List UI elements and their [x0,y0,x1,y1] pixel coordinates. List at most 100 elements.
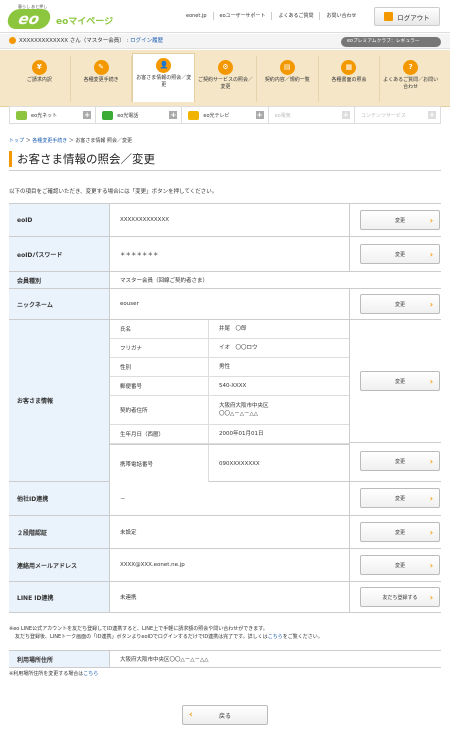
service-bar: eo光ネット + eo光電話 + eo光テレビ + eo電気 + コンテンツサービス + [9,106,441,124]
breadcrumb-home[interactable]: トップ [9,138,24,144]
main-menu: ¥ ご請求内訳 ✎ 各種変更手続き 👤 お客さま情報の照会／変更 ⚙ ご契約サービスの照… [9,53,441,102]
service-label: コンテンツサービス [360,112,406,119]
plus-icon: + [169,111,178,119]
change-phone-button[interactable]: 変更 › [360,451,440,471]
menu-contracts[interactable]: ▤ 契約内容／規約一覧 [257,56,319,102]
menu-procedures[interactable]: ✎ 各種変更手続き [71,56,133,102]
breadcrumb: トップ ＞ 各種変更手続き ＞ お客さま情報 照会／変更 [9,138,132,144]
usage-address-row: 利用場所住所 大阪府大阪市中央区〇〇△－△－△△ [9,650,441,668]
tv-icon [188,110,200,120]
premium-club-badge[interactable]: eoプレミアムクラブ：レギュラー [341,37,441,47]
menu-documents[interactable]: ▦ 各種書面の照会 [319,56,381,102]
row-customer-info: お客さま情報 氏名 井尾 〇郎 フリガナ イオ 〇〇ロウ 性別 男性 郵便番号 540-… [9,320,441,482]
chevron-left-icon: ‹ [189,710,193,720]
site-header: 暮らし あと押し eo eoマイページ eonet.jp eoユーザーサポート … [0,0,450,33]
menu-label: よくあるご質問／お問い合わせ [383,77,439,90]
service-eo-tv[interactable]: eo光テレビ + [182,107,269,123]
service-label: eo光テレビ [203,112,230,119]
menu-customer-info[interactable]: 👤 お客さま情報の照会／変更 [132,53,196,102]
question-icon: ? [403,60,419,75]
usage-address-change-link[interactable]: こちら [83,671,98,677]
row-line-id: LINE ID連携 未連携 友だち登録する › [9,582,441,613]
change-eoid-button[interactable]: 変更 › [360,210,440,230]
menu-services[interactable]: ⚙ ご契約サービスの照会／変更 [195,56,257,102]
menu-faq[interactable]: ? よくあるご質問／お問い合わせ [380,56,441,102]
customer-info-table: eoID XXXXXXXXXXXXX 変更 › eoIDパスワード ＊＊＊＊＊＊＊… [9,203,441,613]
link-contact[interactable]: お問い合わせ [319,12,362,20]
plus-icon: + [341,111,350,119]
service-label: eo電気 [274,112,291,119]
chevron-right-icon: › [429,528,433,537]
change-two-factor-button[interactable]: 変更 › [360,522,440,542]
row-label: 連絡用メールアドレス [9,549,109,581]
row-value: － [109,482,349,515]
eo-logo[interactable]: 暮らし あと押し eo eoマイページ [5,4,113,30]
service-label: eo光電話 [117,112,139,119]
row-value: XXXX@XXX.eonet.ne.jp [109,549,349,581]
row-value: 未設定 [109,516,349,548]
breadcrumb-current: お客さま情報 照会／変更 [75,138,132,144]
service-eo-electric: eo電気 + [269,107,355,123]
logout-button[interactable]: ログアウト [374,7,440,26]
yen-icon: ¥ [31,60,47,75]
row-label: お客さま情報 [9,320,109,481]
link-faq[interactable]: よくあるご質問 [271,12,319,20]
row-value: XXXXXXXXXXXXX [109,204,349,236]
row-value: マスター会員（回線ご契約者さま） [109,272,441,288]
logout-icon [384,12,394,21]
row-value: eouser [109,289,349,319]
menu-label: ご請求内訳 [26,77,52,83]
link-eonet[interactable]: eonet.jp [180,12,213,20]
document-icon: ▤ [279,60,295,75]
change-password-button[interactable]: 変更 › [360,244,440,264]
net-icon [16,110,27,120]
row-label: LINE ID連携 [9,582,109,612]
login-history-link[interactable]: ログイン履歴 [130,38,163,44]
back-button[interactable]: ‹ 戻る [182,705,268,725]
row-value: 大阪府大阪市中央区〇〇△－△－△△ [109,651,441,667]
service-contents: コンテンツサービス + [355,107,440,123]
line-add-friend-button[interactable]: 友だち登録する › [360,587,440,607]
change-customer-info-button[interactable]: 変更 › [360,371,440,391]
service-label: eo光ネット [31,112,58,119]
menu-billing[interactable]: ¥ ご請求内訳 [9,56,71,102]
row-label: ニックネーム [9,289,109,319]
menu-label: 各種変更手続き [83,77,119,83]
breadcrumb-parent[interactable]: 各種変更手続き [32,138,67,144]
lead-text: 以下の項目をご確認いただき、変更する場合には「変更」ボタンを押してください。 [9,189,218,195]
logo-mark: eo [5,9,53,29]
change-nickname-button[interactable]: 変更 › [360,294,440,314]
row-label: 利用場所住所 [9,651,109,667]
back-label: 戻る [218,712,231,720]
chevron-right-icon: › [429,494,433,503]
change-other-id-button[interactable]: 変更 › [360,488,440,508]
user-name: XXXXXXXXXXXXX さん（マスター会員） [19,38,125,44]
change-email-button[interactable]: 変更 › [360,555,440,575]
pencil-icon: ✎ [93,60,109,75]
row-two-factor: ２段階認証 未設定 変更 › [9,516,441,549]
service-eo-net[interactable]: eo光ネット + [10,107,97,123]
file-icon: ▦ [341,60,357,75]
logout-label: ログアウト [397,13,430,22]
row-nickname: ニックネーム eouser 変更 › [9,289,441,320]
chevron-right-icon: › [429,250,433,259]
chevron-right-icon: › [429,216,433,225]
row-email: 連絡用メールアドレス XXXX@XXX.eonet.ne.jp 変更 › [9,549,441,582]
row-member-type: 会員種別 マスター会員（回線ご契約者さま） [9,272,441,289]
settings-icon: ⚙ [218,60,234,75]
row-label: eoIDパスワード [9,237,109,271]
menu-label: 各種書面の照会 [331,77,367,83]
row-label: eoID [9,204,109,236]
line-details-link[interactable]: こちら [268,634,283,640]
chevron-right-icon: › [429,377,433,386]
page-title: お客さま情報の照会／変更 [9,147,441,171]
link-user-support[interactable]: eoユーザーサポート [212,12,272,20]
person-icon: 👤 [156,58,172,73]
user-icon [9,37,16,44]
plus-icon: + [428,111,437,119]
menu-label: 契約内容／規約一覧 [264,77,310,83]
usage-address-note: ※利用場所住所を変更する場合はこちら [9,671,99,677]
service-eo-phone[interactable]: eo光電話 + [96,107,183,123]
plus-icon: + [83,111,92,119]
line-note: ※eo LINE公式アカウントを友だち登録してID連携すると、LINE上で手軽に… [9,626,323,640]
